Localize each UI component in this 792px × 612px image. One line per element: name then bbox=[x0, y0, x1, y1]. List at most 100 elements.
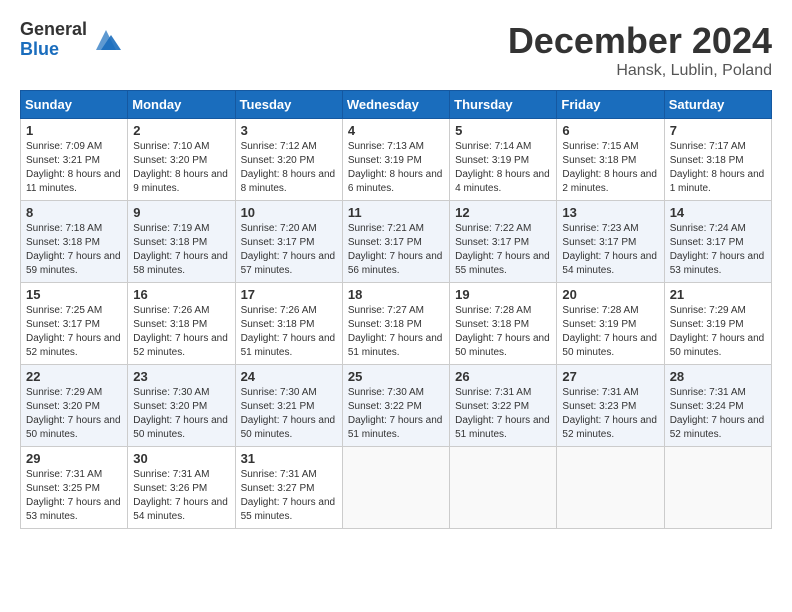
day-info: Sunrise: 7:09 AMSunset: 3:21 PMDaylight:… bbox=[26, 140, 122, 196]
day-info: Sunrise: 7:28 AMSunset: 3:19 PMDaylight:… bbox=[562, 304, 658, 360]
day-number: 30 bbox=[133, 451, 229, 466]
day-of-week-header: Saturday bbox=[664, 91, 771, 119]
day-info: Sunrise: 7:29 AMSunset: 3:19 PMDaylight:… bbox=[670, 304, 766, 360]
day-info: Sunrise: 7:13 AMSunset: 3:19 PMDaylight:… bbox=[348, 140, 444, 196]
day-cell: 26Sunrise: 7:31 AMSunset: 3:22 PMDayligh… bbox=[450, 365, 557, 447]
day-number: 19 bbox=[455, 287, 551, 302]
day-info: Sunrise: 7:30 AMSunset: 3:21 PMDaylight:… bbox=[241, 386, 337, 442]
day-number: 23 bbox=[133, 369, 229, 384]
day-number: 3 bbox=[241, 123, 337, 138]
day-info: Sunrise: 7:18 AMSunset: 3:18 PMDaylight:… bbox=[26, 222, 122, 278]
day-cell: 6 Sunrise: 7:15 AMSunset: 3:18 PMDaylight… bbox=[557, 119, 664, 201]
day-number: 27 bbox=[562, 369, 658, 384]
day-cell: 18 Sunrise: 7:27 AMSunset: 3:18 PMDayligh… bbox=[342, 283, 449, 365]
day-cell: 19Sunrise: 7:28 AMSunset: 3:18 PMDayligh… bbox=[450, 283, 557, 365]
day-number: 31 bbox=[241, 451, 337, 466]
day-info: Sunrise: 7:24 AMSunset: 3:17 PMDaylight:… bbox=[670, 222, 766, 278]
calendar-row: 1 Sunrise: 7:09 AMSunset: 3:21 PMDaylight… bbox=[21, 119, 772, 201]
day-cell: 29 Sunrise: 7:31 AMSunset: 3:25 PMDayligh… bbox=[21, 447, 128, 529]
day-cell: 3 Sunrise: 7:12 AMSunset: 3:20 PMDaylight… bbox=[235, 119, 342, 201]
day-info: Sunrise: 7:23 AMSunset: 3:17 PMDaylight:… bbox=[562, 222, 658, 278]
day-cell: 23 Sunrise: 7:30 AMSunset: 3:20 PMDayligh… bbox=[128, 365, 235, 447]
empty-cell bbox=[342, 447, 449, 529]
day-cell: 14 Sunrise: 7:24 AMSunset: 3:17 PMDayligh… bbox=[664, 201, 771, 283]
day-of-week-header: Wednesday bbox=[342, 91, 449, 119]
day-cell: 30 Sunrise: 7:31 AMSunset: 3:26 PMDayligh… bbox=[128, 447, 235, 529]
day-number: 6 bbox=[562, 123, 658, 138]
day-info: Sunrise: 7:31 AMSunset: 3:22 PMDaylight:… bbox=[455, 386, 551, 442]
day-info: Sunrise: 7:31 AMSunset: 3:25 PMDaylight:… bbox=[26, 468, 122, 524]
day-cell: 9Sunrise: 7:19 AMSunset: 3:18 PMDaylight… bbox=[128, 201, 235, 283]
day-cell: 12Sunrise: 7:22 AMSunset: 3:17 PMDayligh… bbox=[450, 201, 557, 283]
logo-blue: Blue bbox=[20, 40, 87, 60]
day-number: 28 bbox=[670, 369, 766, 384]
day-info: Sunrise: 7:31 AMSunset: 3:24 PMDaylight:… bbox=[670, 386, 766, 442]
day-number: 29 bbox=[26, 451, 122, 466]
day-info: Sunrise: 7:22 AMSunset: 3:17 PMDaylight:… bbox=[455, 222, 551, 278]
day-number: 10 bbox=[241, 205, 337, 220]
month-title: December 2024 bbox=[508, 20, 772, 62]
day-cell: 16Sunrise: 7:26 AMSunset: 3:18 PMDayligh… bbox=[128, 283, 235, 365]
day-cell: 22Sunrise: 7:29 AMSunset: 3:20 PMDayligh… bbox=[21, 365, 128, 447]
day-info: Sunrise: 7:31 AMSunset: 3:26 PMDaylight:… bbox=[133, 468, 229, 524]
day-info: Sunrise: 7:15 AMSunset: 3:18 PMDaylight:… bbox=[562, 140, 658, 196]
day-number: 24 bbox=[241, 369, 337, 384]
calendar-row: 15 Sunrise: 7:25 AMSunset: 3:17 PMDayligh… bbox=[21, 283, 772, 365]
empty-cell bbox=[557, 447, 664, 529]
day-number: 5 bbox=[455, 123, 551, 138]
day-number: 14 bbox=[670, 205, 766, 220]
calendar-row: 29 Sunrise: 7:31 AMSunset: 3:25 PMDayligh… bbox=[21, 447, 772, 529]
day-info: Sunrise: 7:12 AMSunset: 3:20 PMDaylight:… bbox=[241, 140, 337, 196]
day-info: Sunrise: 7:31 AMSunset: 3:23 PMDaylight:… bbox=[562, 386, 658, 442]
day-cell: 1 Sunrise: 7:09 AMSunset: 3:21 PMDaylight… bbox=[21, 119, 128, 201]
day-cell: 10 Sunrise: 7:20 AMSunset: 3:17 PMDayligh… bbox=[235, 201, 342, 283]
day-info: Sunrise: 7:26 AMSunset: 3:18 PMDaylight:… bbox=[241, 304, 337, 360]
day-cell: 25 Sunrise: 7:30 AMSunset: 3:22 PMDayligh… bbox=[342, 365, 449, 447]
logo: General Blue bbox=[20, 20, 121, 60]
day-number: 2 bbox=[133, 123, 229, 138]
calendar-row: 22Sunrise: 7:29 AMSunset: 3:20 PMDayligh… bbox=[21, 365, 772, 447]
day-info: Sunrise: 7:29 AMSunset: 3:20 PMDaylight:… bbox=[26, 386, 122, 442]
day-cell: 8 Sunrise: 7:18 AMSunset: 3:18 PMDaylight… bbox=[21, 201, 128, 283]
day-info: Sunrise: 7:17 AMSunset: 3:18 PMDaylight:… bbox=[670, 140, 766, 196]
day-number: 16 bbox=[133, 287, 229, 302]
day-info: Sunrise: 7:31 AMSunset: 3:27 PMDaylight:… bbox=[241, 468, 337, 524]
day-of-week-header: Tuesday bbox=[235, 91, 342, 119]
location-title: Hansk, Lublin, Poland bbox=[508, 62, 772, 80]
day-cell: 20Sunrise: 7:28 AMSunset: 3:19 PMDayligh… bbox=[557, 283, 664, 365]
day-cell: 21 Sunrise: 7:29 AMSunset: 3:19 PMDayligh… bbox=[664, 283, 771, 365]
day-number: 25 bbox=[348, 369, 444, 384]
day-number: 1 bbox=[26, 123, 122, 138]
empty-cell bbox=[664, 447, 771, 529]
day-cell: 5Sunrise: 7:14 AMSunset: 3:19 PMDaylight… bbox=[450, 119, 557, 201]
day-cell: 28 Sunrise: 7:31 AMSunset: 3:24 PMDayligh… bbox=[664, 365, 771, 447]
calendar-table: SundayMondayTuesdayWednesdayThursdayFrid… bbox=[20, 90, 772, 529]
day-cell: 4Sunrise: 7:13 AMSunset: 3:19 PMDaylight… bbox=[342, 119, 449, 201]
day-info: Sunrise: 7:27 AMSunset: 3:18 PMDaylight:… bbox=[348, 304, 444, 360]
day-cell: 7 Sunrise: 7:17 AMSunset: 3:18 PMDaylight… bbox=[664, 119, 771, 201]
logo-general: General bbox=[20, 20, 87, 40]
day-of-week-header: Thursday bbox=[450, 91, 557, 119]
empty-cell bbox=[450, 447, 557, 529]
calendar-header-row: SundayMondayTuesdayWednesdayThursdayFrid… bbox=[21, 91, 772, 119]
day-number: 9 bbox=[133, 205, 229, 220]
day-of-week-header: Friday bbox=[557, 91, 664, 119]
day-number: 18 bbox=[348, 287, 444, 302]
day-cell: 24 Sunrise: 7:30 AMSunset: 3:21 PMDayligh… bbox=[235, 365, 342, 447]
day-cell: 15 Sunrise: 7:25 AMSunset: 3:17 PMDayligh… bbox=[21, 283, 128, 365]
day-info: Sunrise: 7:25 AMSunset: 3:17 PMDaylight:… bbox=[26, 304, 122, 360]
day-number: 13 bbox=[562, 205, 658, 220]
page-header: General Blue December 2024 Hansk, Lublin… bbox=[20, 20, 772, 80]
day-info: Sunrise: 7:20 AMSunset: 3:17 PMDaylight:… bbox=[241, 222, 337, 278]
day-of-week-header: Sunday bbox=[21, 91, 128, 119]
day-info: Sunrise: 7:30 AMSunset: 3:22 PMDaylight:… bbox=[348, 386, 444, 442]
day-info: Sunrise: 7:30 AMSunset: 3:20 PMDaylight:… bbox=[133, 386, 229, 442]
day-number: 21 bbox=[670, 287, 766, 302]
day-number: 11 bbox=[348, 205, 444, 220]
day-number: 15 bbox=[26, 287, 122, 302]
day-cell: 17Sunrise: 7:26 AMSunset: 3:18 PMDayligh… bbox=[235, 283, 342, 365]
day-number: 7 bbox=[670, 123, 766, 138]
day-number: 8 bbox=[26, 205, 122, 220]
calendar-row: 8 Sunrise: 7:18 AMSunset: 3:18 PMDaylight… bbox=[21, 201, 772, 283]
logo-icon bbox=[91, 25, 121, 55]
